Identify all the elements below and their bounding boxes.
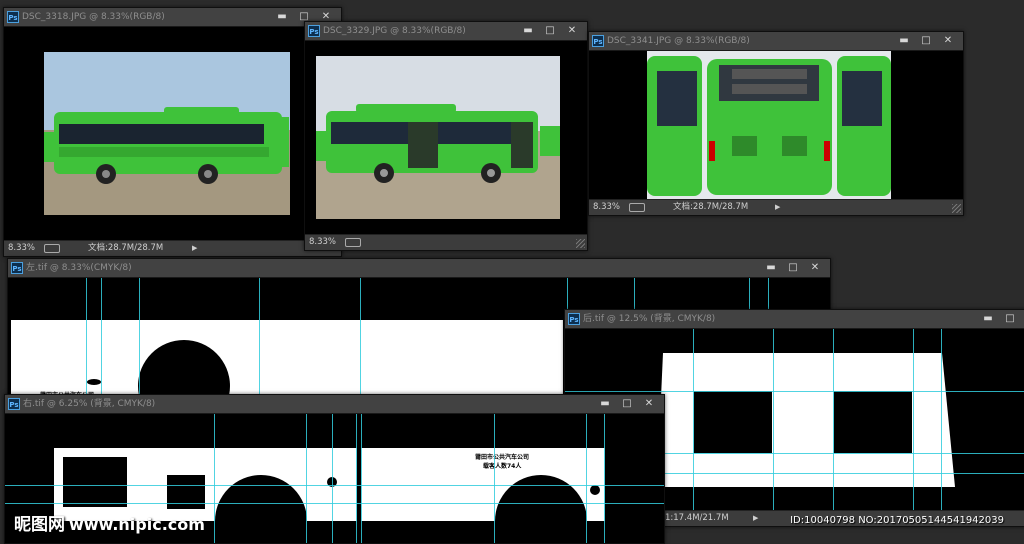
window-title: 左.tif @ 8.33%(CMYK/8) [26,263,132,273]
close-button[interactable]: ✕ [561,22,583,40]
watermark-site: www.nipic.com [69,515,205,534]
guide [139,278,140,409]
minimize-button[interactable]: ▬ [977,310,999,328]
window-title: DSC_3329.JPG @ 8.33%(RGB/8) [323,26,466,36]
guide [565,391,1024,392]
zoom-level[interactable]: 8.33% [309,235,336,249]
maximize-button[interactable]: □ [539,22,561,40]
status-bar: 8.33% 文档:28.7M/28.7M ▶ [589,199,963,215]
maximize-button[interactable]: □ [782,259,804,277]
window-titlebar[interactable]: Ps DSC_3329.JPG @ 8.33%(RGB/8) ▬ □ ✕ [305,22,587,41]
document-canvas[interactable] [589,51,963,200]
guide [913,329,914,511]
guide [494,414,495,543]
document-canvas[interactable] [4,27,341,241]
guide [5,503,664,504]
bus-side-photo [316,56,560,219]
document-window-dsc3318[interactable]: Ps DSC_3318.JPG @ 8.33%(RGB/8) ▬ □ ✕ 8.3… [3,7,342,257]
guide [941,329,942,511]
photoshop-icon: Ps [8,398,20,410]
guide [833,329,834,511]
photoshop-icon: Ps [11,262,23,274]
guide [773,329,774,511]
photoshop-icon: Ps [592,35,604,47]
close-button[interactable]: ✕ [937,32,959,50]
guide [86,278,87,409]
window-titlebar[interactable]: Ps 右.tif @ 6.25% (背景, CMYK/8) ▬ □ ✕ [5,395,664,414]
minimize-button[interactable]: ▬ [517,22,539,40]
status-menu-arrow-icon[interactable]: ▶ [192,241,197,255]
guide [214,414,215,543]
window-title: DSC_3341.JPG @ 8.33%(RGB/8) [607,36,750,46]
guide [5,485,664,486]
guide [259,278,260,409]
photoshop-icon: Ps [7,11,19,23]
guide [306,414,307,543]
document-window-dsc3329[interactable]: Ps DSC_3329.JPG @ 8.33%(RGB/8) ▬ □ ✕ 8.3… [304,21,588,251]
window-title: 右.tif @ 6.25% (背景, CMYK/8) [23,399,156,409]
window-titlebar[interactable]: Ps 左.tif @ 8.33%(CMYK/8) ▬ □ ✕ [8,259,830,278]
status-bar: 8.33% 文档:28.7M/28.7M ▶ [4,240,341,256]
guide [101,278,102,409]
guide [586,414,587,543]
guide [361,414,362,543]
window-titlebar[interactable]: Ps DSC_3341.JPG @ 8.33%(RGB/8) ▬ □ ✕ [589,32,963,51]
watermark-brand: 昵图网 [14,515,65,535]
zoom-level[interactable]: 8.33% [8,241,35,255]
guide [360,278,361,409]
close-button[interactable]: ✕ [638,395,660,413]
minimize-button[interactable]: ▬ [893,32,915,50]
minimize-button[interactable]: ▬ [594,395,616,413]
watermark-id: ID:10040798 NO:20170505144541942039 [790,515,1004,526]
zoom-level[interactable]: 8.33% [593,200,620,214]
view-icon [44,244,60,253]
minimize-button[interactable]: ▬ [760,259,782,277]
window-title: 后.tif @ 12.5% (背景, CMYK/8) [583,314,716,324]
view-icon [629,203,645,212]
view-icon [345,238,361,247]
guide [332,414,333,543]
guide [604,414,605,543]
doc-size: 文档:28.7M/28.7M [88,243,164,253]
capacity-text: 载客人数74人 [483,463,522,470]
marker-dot [87,379,101,385]
maximize-button[interactable]: □ [616,395,638,413]
photoshop-icon: Ps [568,313,580,325]
doc-size: 1:17.4M/21.7M [665,513,729,523]
maximize-button[interactable]: □ [999,310,1021,328]
photoshop-icon: Ps [308,25,320,37]
status-menu-arrow-icon[interactable]: ▶ [753,511,758,525]
watermark-logo: 昵图网 www.nipic.com [14,510,205,535]
maximize-button[interactable]: □ [915,32,937,50]
bus-rear-photo [647,51,891,200]
close-button[interactable]: ✕ [804,259,826,277]
document-window-dsc3341[interactable]: Ps DSC_3341.JPG @ 8.33%(RGB/8) ▬ □ ✕ 8.3… [588,31,964,216]
window-title: DSC_3318.JPG @ 8.33%(RGB/8) [22,12,165,22]
status-bar: 8.33% [305,234,587,250]
minimize-button[interactable]: ▬ [271,8,293,26]
company-name-text: 莆田市公共汽车公司 [475,454,530,461]
resize-grip[interactable] [952,204,961,213]
guide [356,414,357,543]
document-canvas[interactable] [305,41,587,235]
guide [693,329,694,511]
bus-side-photo [44,52,290,215]
window-titlebar[interactable]: Ps DSC_3318.JPG @ 8.33%(RGB/8) ▬ □ ✕ [4,8,341,27]
window-titlebar[interactable]: Ps 后.tif @ 12.5% (背景, CMYK/8) ▬ □ [565,310,1024,329]
status-menu-arrow-icon[interactable]: ▶ [775,200,780,214]
resize-grip[interactable] [576,239,585,248]
doc-size: 文档:28.7M/28.7M [673,202,749,212]
